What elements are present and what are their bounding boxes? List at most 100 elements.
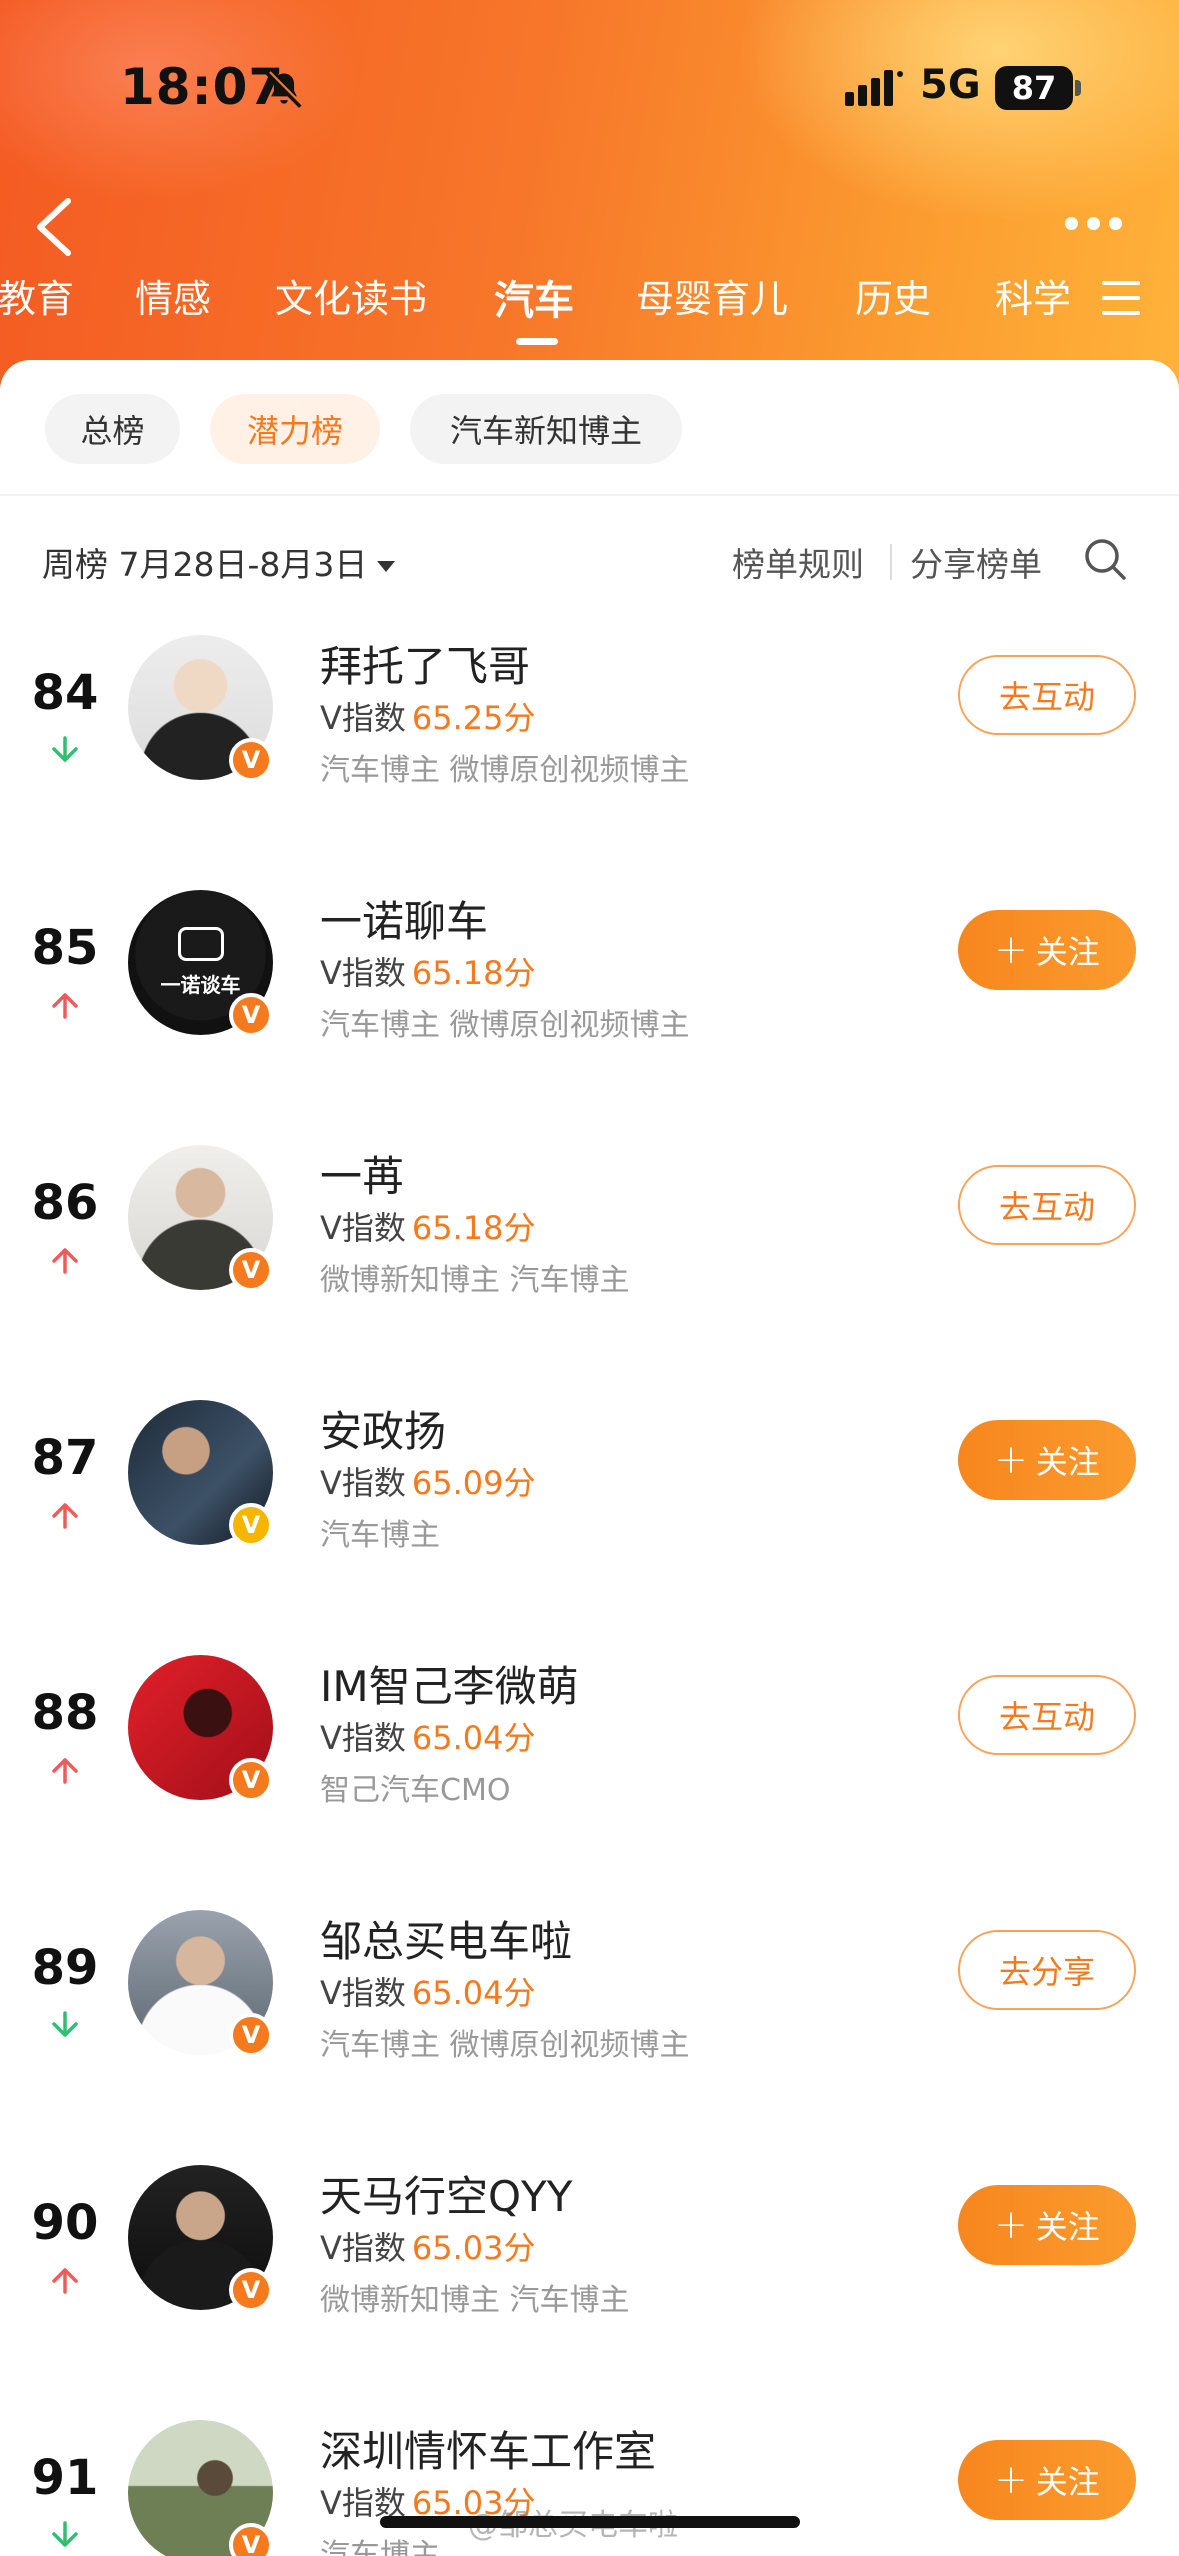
tab-culture-reading[interactable]: 文化读书 xyxy=(275,268,427,323)
blogger-name[interactable]: 深圳情怀车工作室 xyxy=(320,2418,656,2479)
v-index: V指数 65.09分 xyxy=(320,1458,536,1504)
tab-parenting[interactable]: 母婴育儿 xyxy=(636,268,788,323)
blogger-name[interactable]: 拜托了飞哥 xyxy=(320,633,530,694)
v-index: V指数 65.18分 xyxy=(320,948,536,994)
v-index-score: 65.18分 xyxy=(411,1209,536,1247)
arrow-up-icon xyxy=(52,993,78,1019)
ranking-row[interactable]: 86 V 一苒 V指数 65.18分 微博新知博主 汽车博主 去互动 xyxy=(0,1135,1179,1335)
signal-icon xyxy=(845,70,903,106)
arrow-up-icon xyxy=(52,1248,78,1274)
battery-cap xyxy=(1075,80,1081,96)
ranking-row[interactable]: 87 V 安政扬 V指数 65.09分 汽车博主 + 关注 xyxy=(0,1390,1179,1590)
v-index: V指数 65.18分 xyxy=(320,1203,536,1249)
v-index-label: V指数 xyxy=(320,699,406,737)
back-icon[interactable] xyxy=(30,195,80,259)
interact-button[interactable]: 去互动 xyxy=(958,1675,1136,1755)
category-tabs: 教育 情感 文化读书 汽车 母婴育儿 历史 科学 xyxy=(0,268,1179,348)
share-link[interactable]: 分享榜单 xyxy=(910,538,1042,586)
ranking-row[interactable]: 85 一诺谈车 V 一诺聊车 V指数 65.18分 汽车博主 微博原创视频博主 +… xyxy=(0,880,1179,1080)
interact-button[interactable]: 去分享 xyxy=(958,1930,1136,2010)
verified-badge-icon: V xyxy=(229,2268,273,2312)
v-index: V指数 65.03分 xyxy=(320,2223,536,2269)
blogger-tags: 汽车博主 微博原创视频博主 xyxy=(320,753,690,788)
week-selector[interactable]: 周榜 7月28日-8月3日 xyxy=(42,538,396,586)
rank-number: 86 xyxy=(31,1175,99,1231)
rules-link[interactable]: 榜单规则 xyxy=(732,538,864,586)
blogger-tags: 汽车博主 xyxy=(320,2538,440,2556)
ranking-row[interactable]: 90 V 天马行空QYY V指数 65.03分 微博新知博主 汽车博主 + 关注 xyxy=(0,2155,1179,2355)
v-index-score: 65.03分 xyxy=(411,2229,536,2267)
follow-button[interactable]: + 关注 xyxy=(958,910,1136,990)
rank-number: 89 xyxy=(31,1940,99,1996)
blogger-name[interactable]: 一诺聊车 xyxy=(320,888,488,949)
interact-button[interactable]: 去互动 xyxy=(958,1165,1136,1245)
ranking-row[interactable]: 88 V IM智己李微萌 V指数 65.04分 智己汽车CMO 去互动 xyxy=(0,1645,1179,1845)
rank-number: 88 xyxy=(31,1685,99,1741)
plus-icon: + xyxy=(994,927,1028,973)
arrow-up-icon xyxy=(52,1503,78,1529)
v-index-score: 65.18分 xyxy=(411,954,536,992)
home-indicator[interactable] xyxy=(380,2516,800,2528)
follow-label: 关注 xyxy=(1035,2463,1100,2501)
verified-badge-icon: V xyxy=(229,738,273,782)
rank-number: 90 xyxy=(31,2195,99,2251)
v-index-label: V指数 xyxy=(320,954,406,992)
status-time: 18:07 xyxy=(120,58,285,116)
v-index: V指数 65.04分 xyxy=(320,1713,536,1759)
blogger-name[interactable]: 安政扬 xyxy=(320,1398,446,1459)
interact-button[interactable]: 去互动 xyxy=(958,655,1136,735)
follow-button[interactable]: + 关注 xyxy=(958,2185,1136,2265)
plus-icon: + xyxy=(994,1437,1028,1483)
arrow-up-icon xyxy=(52,1758,78,1784)
tab-education[interactable]: 教育 xyxy=(0,268,74,323)
tab-history[interactable]: 历史 xyxy=(855,268,931,323)
v-index: V指数 65.25分 xyxy=(320,693,536,739)
verified-badge-icon: V xyxy=(229,1758,273,1802)
blogger-name[interactable]: 一苒 xyxy=(320,1143,404,1204)
blogger-name[interactable]: 天马行空QYY xyxy=(320,2163,572,2224)
follow-button[interactable]: + 关注 xyxy=(958,2440,1136,2520)
tab-emotion[interactable]: 情感 xyxy=(135,268,211,323)
blogger-tags: 汽车博主 微博原创视频博主 xyxy=(320,2028,690,2063)
active-tab-indicator xyxy=(516,338,558,345)
chip-potential[interactable]: 潜力榜 xyxy=(210,394,380,464)
blogger-tags: 汽车博主 微博原创视频博主 xyxy=(320,1008,690,1043)
chip-overall[interactable]: 总榜 xyxy=(45,394,180,464)
chip-auto-new-knowledge[interactable]: 汽车新知博主 xyxy=(410,394,682,464)
tab-science[interactable]: 科学 xyxy=(995,268,1071,323)
bell-off-icon xyxy=(266,71,304,108)
battery-icon: 87 xyxy=(995,66,1073,110)
ranking-row[interactable]: 89 V 邹总买电车啦 V指数 65.04分 汽车博主 微博原创视频博主 去分享 xyxy=(0,1900,1179,2100)
verified-badge-icon: V xyxy=(229,2523,273,2556)
blogger-tags: 汽车博主 xyxy=(320,1518,440,1553)
blogger-name[interactable]: 邹总买电车啦 xyxy=(320,1908,572,1969)
follow-button[interactable]: + 关注 xyxy=(958,1420,1136,1500)
filter-row: 周榜 7月28日-8月3日 榜单规则 分享榜单 xyxy=(0,530,1179,590)
v-index-score: 65.25分 xyxy=(411,699,536,737)
blogger-tags: 微博新知博主 汽车博主 xyxy=(320,2283,630,2318)
tab-auto[interactable]: 汽车 xyxy=(494,268,574,326)
blogger-name[interactable]: IM智己李微萌 xyxy=(320,1653,579,1714)
week-label: 周榜 7月28日-8月3日 xyxy=(42,545,368,584)
verified-badge-icon: V xyxy=(229,2013,273,2057)
verified-badge-icon: V xyxy=(229,1248,273,1292)
ranking-row[interactable]: 84 V 拜托了飞哥 V指数 65.25分 汽车博主 微博原创视频博主 去互动 xyxy=(0,625,1179,825)
plus-icon: + xyxy=(994,2457,1028,2503)
battery-level: 87 xyxy=(1011,69,1057,107)
blogger-tags: 微博新知博主 汽车博主 xyxy=(320,1263,630,1298)
rank-number: 87 xyxy=(31,1430,99,1486)
blogger-tags: 智己汽车CMO xyxy=(320,1773,511,1808)
caret-down-icon xyxy=(377,561,396,572)
v-index-label: V指数 xyxy=(320,1209,406,1247)
status-bar: 18:07 5G 87 xyxy=(0,0,1179,170)
network-label: 5G xyxy=(920,62,981,108)
menu-icon[interactable] xyxy=(1102,281,1140,315)
v-index-label: V指数 xyxy=(320,1719,406,1757)
rank-number: 85 xyxy=(31,920,99,976)
more-icon[interactable] xyxy=(1065,215,1135,235)
v-index-label: V指数 xyxy=(320,1974,406,2012)
verified-badge-icon: V xyxy=(229,1503,273,1547)
v-index-score: 65.04分 xyxy=(411,1719,536,1757)
verified-badge-icon: V xyxy=(229,993,273,1037)
search-icon[interactable] xyxy=(1082,536,1128,582)
